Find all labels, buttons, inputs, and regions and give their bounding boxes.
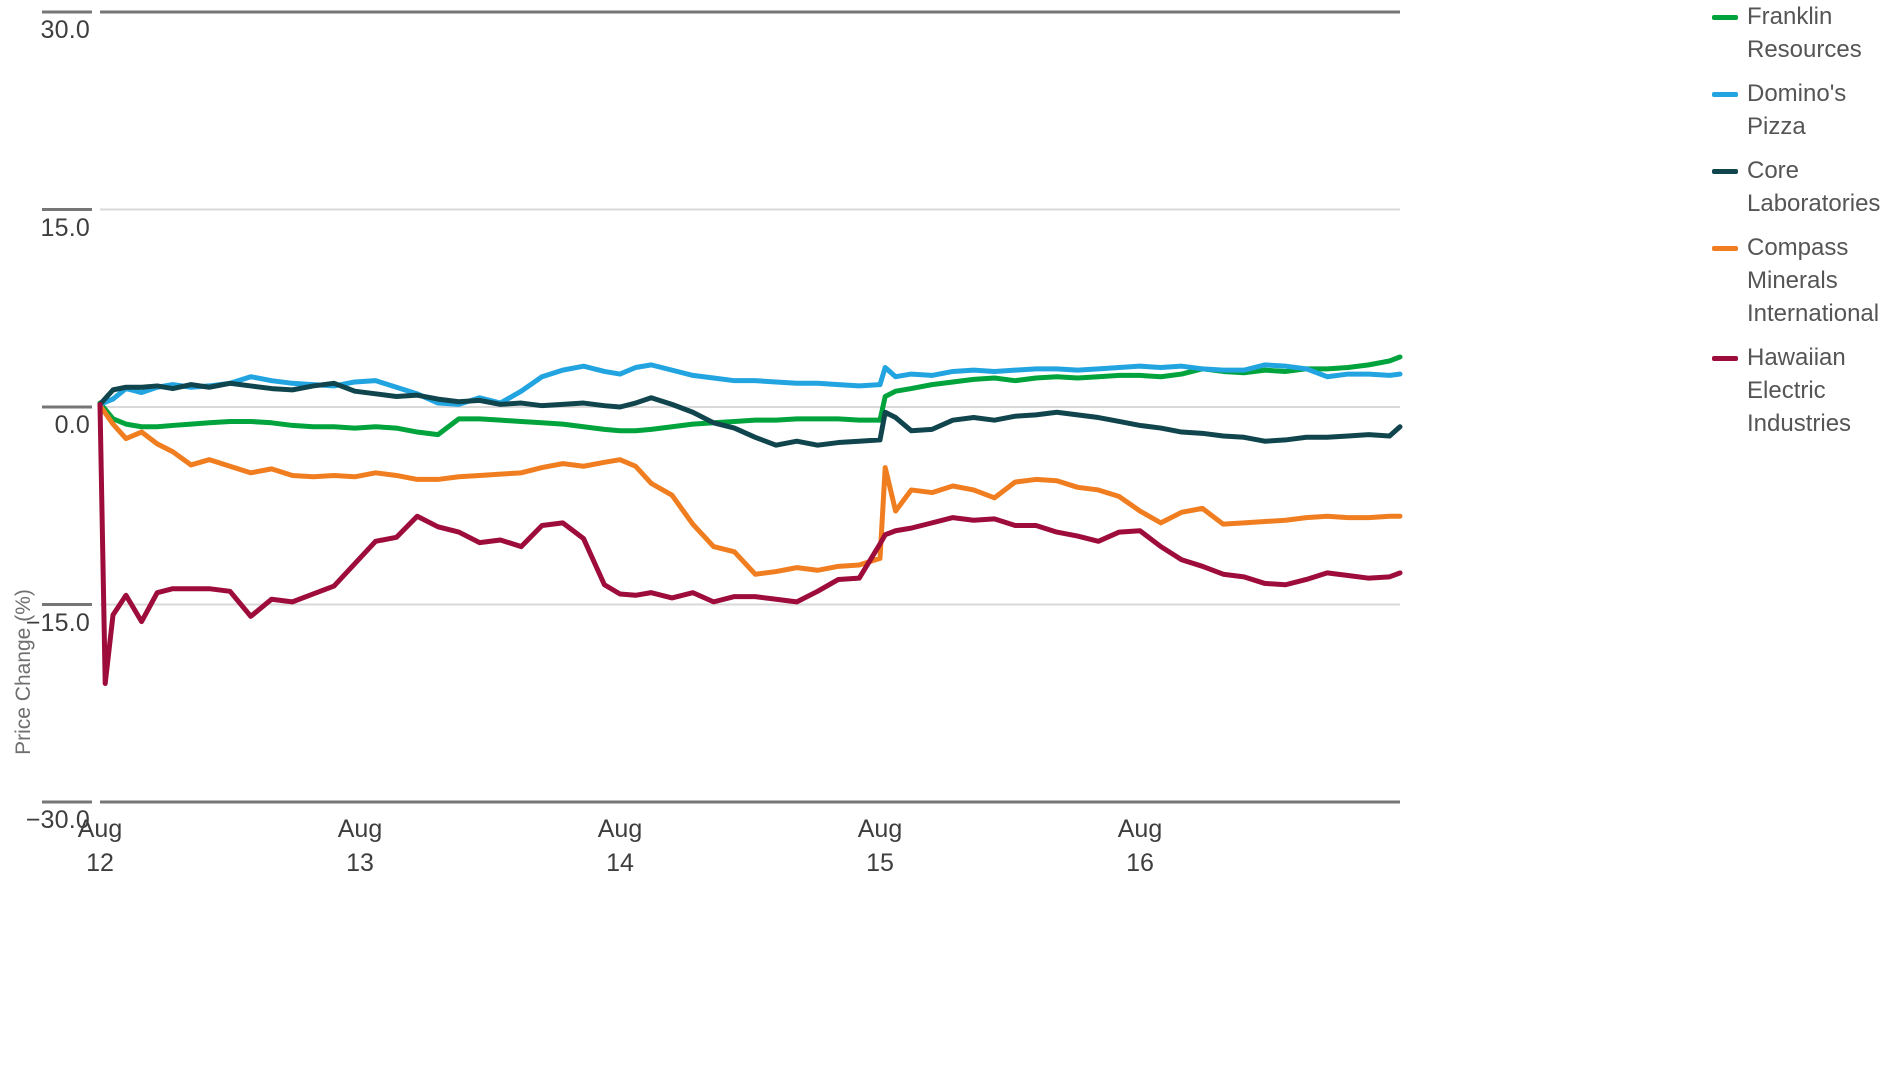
y-axis-label: Price Change (%)	[12, 589, 35, 755]
series-line	[97, 403, 1403, 577]
chart-plot-area: 30.0 15.0 0.0 −15.0 −30.0 Aug 12 Aug 13 Aug 14 Aug…	[0, 0, 1700, 1066]
x-tick-day: 15	[866, 849, 894, 877]
legend-label: Hawaiian Electric Industries	[1747, 344, 1852, 437]
x-tick-label: Aug 15	[810, 812, 950, 880]
y-tick-label: 15.0	[40, 213, 90, 242]
y-tick-marks	[42, 10, 92, 804]
legend-label: Franklin Resources	[1747, 3, 1862, 63]
legend-color-swatch	[1712, 15, 1738, 20]
legend-item[interactable]: Hawaiian Electric Industries	[1712, 341, 1896, 440]
x-tick-label: Aug 16	[1070, 812, 1210, 880]
y-tick-label: 30.0	[40, 16, 90, 44]
legend-item[interactable]: Domino's Pizza	[1712, 77, 1896, 143]
x-tick-day: 12	[86, 849, 114, 877]
gridlines	[100, 10, 1400, 606]
x-tick-month: Aug	[597, 815, 643, 843]
x-tick-month: Aug	[857, 815, 903, 843]
x-tick-label: Aug 14	[550, 812, 690, 880]
legend-label: Domino's Pizza	[1747, 80, 1847, 140]
x-tick-label: Aug 12	[30, 812, 170, 880]
x-tick-day: 14	[606, 849, 634, 877]
legend-color-swatch	[1712, 92, 1738, 97]
legend-label: Core Laboratories	[1747, 157, 1881, 217]
legend-color-swatch	[1712, 356, 1738, 361]
price-change-line-chart	[42, 10, 1403, 804]
legend-label: Compass Minerals International	[1747, 234, 1880, 327]
x-tick-month: Aug	[77, 815, 123, 843]
legend-item[interactable]: Core Laboratories	[1712, 154, 1896, 220]
legend-color-swatch	[1712, 246, 1738, 251]
x-tick-label: Aug 13	[290, 812, 430, 880]
chart-page: 30.0 15.0 0.0 −15.0 −30.0 Aug 12 Aug 13 Aug 14 Aug…	[0, 0, 1896, 1066]
series-line	[97, 362, 1403, 407]
x-tick-day: 13	[346, 849, 374, 877]
y-tick-label: 0.0	[54, 411, 90, 439]
x-tick-day: 16	[1126, 849, 1154, 877]
x-tick-month: Aug	[337, 815, 383, 843]
x-tick-month: Aug	[1117, 815, 1163, 843]
data-series-group	[97, 354, 1403, 686]
legend-item[interactable]: Compass Minerals International	[1712, 231, 1896, 330]
legend-item[interactable]: Franklin Resources	[1712, 0, 1896, 66]
chart-legend: Franklin Resources Domino's Pizza Core Lab…	[1712, 0, 1896, 451]
legend-color-swatch	[1712, 169, 1738, 174]
series-line	[97, 380, 1403, 448]
series-line	[97, 401, 1403, 686]
